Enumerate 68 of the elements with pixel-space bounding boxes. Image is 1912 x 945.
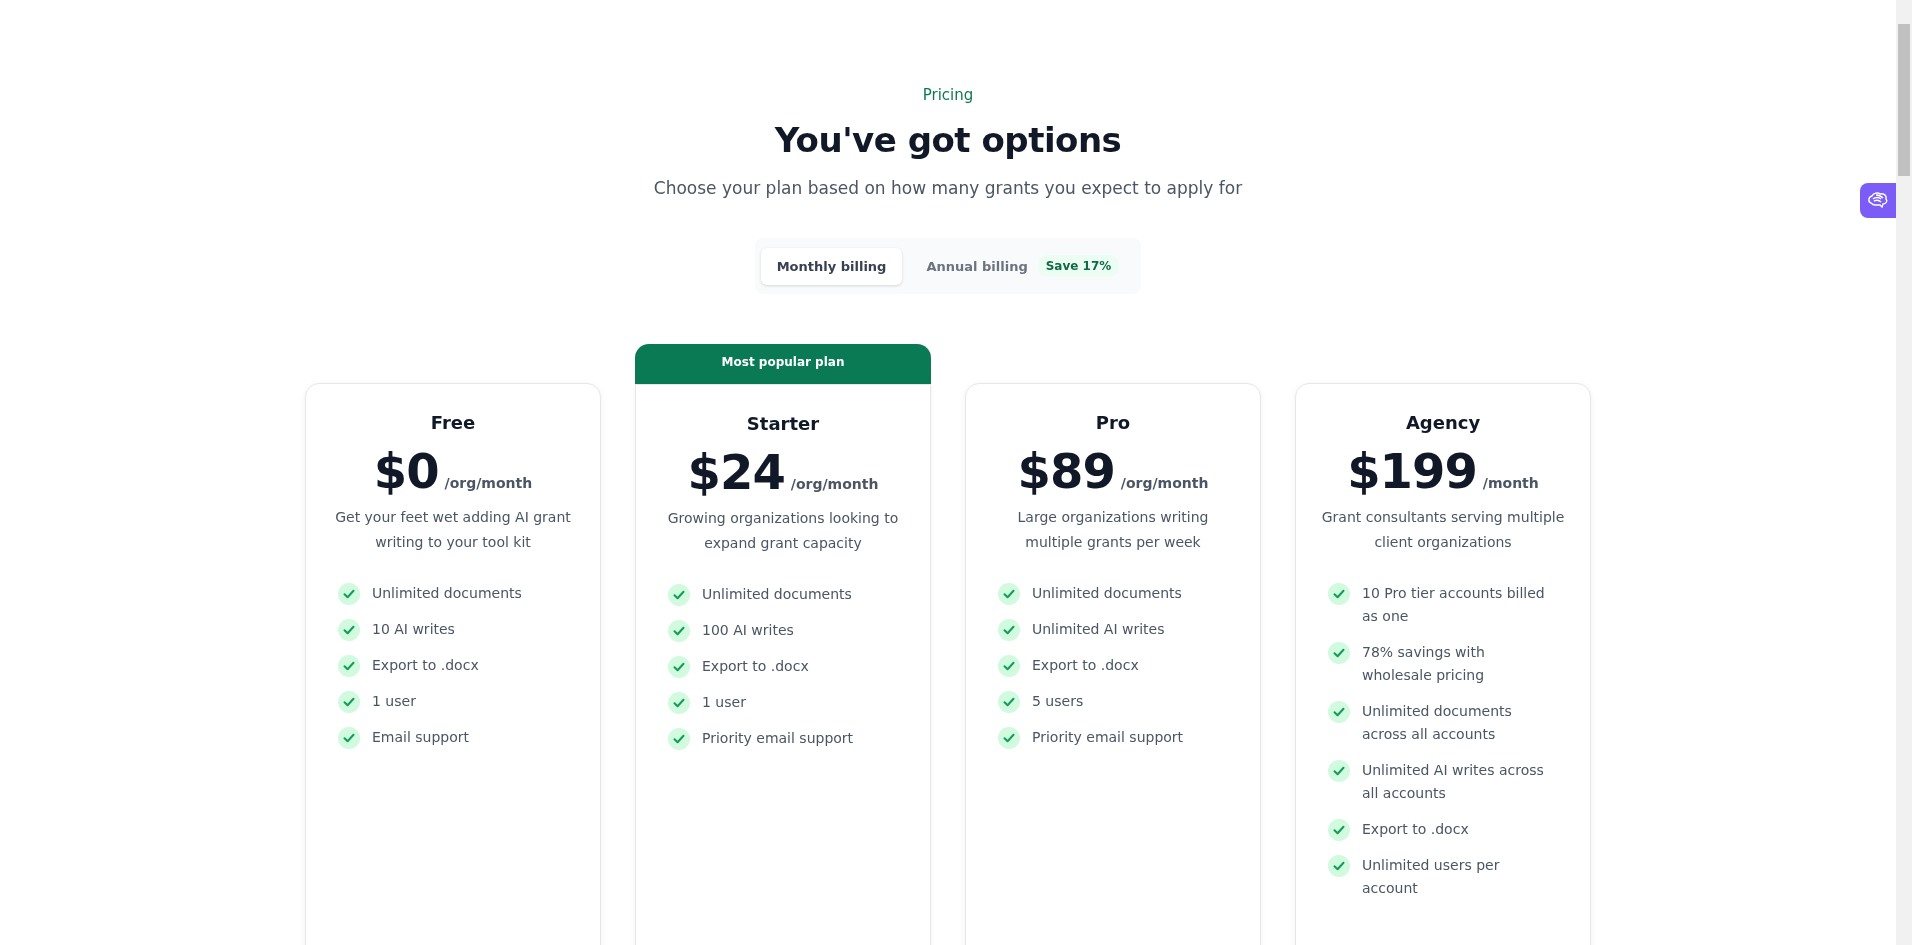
plan-description: Growing organizations looking to expand grant capacity bbox=[666, 509, 900, 553]
plan-description: Get your feet wet adding AI grant writing to your tool kit bbox=[334, 508, 572, 552]
assistant-button[interactable] bbox=[1860, 183, 1896, 218]
check-icon bbox=[338, 655, 360, 677]
price-period: /org/month bbox=[790, 476, 879, 492]
feature-text: Export to .docx bbox=[1362, 820, 1469, 839]
feature-text: Unlimited documents bbox=[372, 584, 522, 603]
plan-price: $0 bbox=[373, 443, 439, 499]
check-icon bbox=[338, 583, 360, 605]
billing-tab[interactable]: Annual billing Save 17% bbox=[910, 244, 1136, 288]
feature-text: Priority email support bbox=[1032, 728, 1184, 747]
plan-description: Large organizations writing multiple grants per week bbox=[1016, 508, 1210, 552]
check-icon bbox=[998, 727, 1020, 749]
check-icon bbox=[338, 727, 360, 749]
check-icon bbox=[668, 584, 690, 606]
feature-text: Unlimited users per account bbox=[1362, 856, 1501, 898]
feature-text: 78% savings with wholesale pricing bbox=[1362, 643, 1486, 685]
feature-text: Unlimited AI writes across all accounts bbox=[1362, 761, 1545, 803]
check-icon bbox=[1328, 642, 1350, 664]
page-title: You've got options bbox=[774, 120, 1122, 160]
plan-price: $199 bbox=[1347, 443, 1477, 499]
plan-name: Free bbox=[430, 412, 476, 433]
check-icon bbox=[1328, 760, 1350, 782]
plan-price: $89 bbox=[1017, 443, 1115, 499]
check-icon bbox=[1328, 701, 1350, 723]
feature-text: 10 Pro tier accounts billed as one bbox=[1362, 584, 1546, 626]
check-icon bbox=[668, 692, 690, 714]
check-icon bbox=[1328, 855, 1350, 877]
feature-text: 1 user bbox=[372, 692, 416, 711]
check-icon bbox=[998, 691, 1020, 713]
check-icon bbox=[668, 656, 690, 678]
price-period: /month bbox=[1482, 475, 1539, 491]
feature-text: Priority email support bbox=[702, 729, 854, 748]
price-period: /org/month bbox=[1120, 475, 1209, 491]
feature-text: Export to .docx bbox=[372, 656, 479, 675]
check-icon bbox=[1328, 819, 1350, 841]
feature-text: 10 AI writes bbox=[372, 620, 455, 639]
page-subtitle: Choose your plan based on how many grants you expect to apply for bbox=[653, 178, 1243, 198]
feature-text: Export to .docx bbox=[1032, 656, 1139, 675]
check-icon bbox=[668, 728, 690, 750]
plan-description: Grant consultants serving multiple client organizations bbox=[1320, 508, 1566, 552]
check-icon bbox=[998, 655, 1020, 677]
plan-name: Pro bbox=[1095, 412, 1131, 433]
feature-text: 100 AI writes bbox=[702, 621, 794, 640]
section-label: Pricing bbox=[922, 86, 974, 104]
price-period: /org/month bbox=[444, 475, 533, 491]
billing-tab[interactable]: Monthly billing bbox=[760, 247, 903, 285]
plan-name: Agency bbox=[1405, 412, 1481, 433]
brain-icon bbox=[1867, 190, 1889, 211]
check-icon bbox=[338, 619, 360, 641]
plan-price: $24 bbox=[687, 444, 785, 500]
feature-text: Unlimited documents bbox=[702, 585, 852, 604]
plan-name: Starter bbox=[746, 413, 820, 434]
feature-text: 5 users bbox=[1032, 692, 1084, 711]
check-icon bbox=[998, 583, 1020, 605]
feature-text: Export to .docx bbox=[702, 657, 809, 676]
popular-banner: Most popular plan bbox=[635, 344, 931, 384]
check-icon bbox=[1328, 583, 1350, 605]
discount-badge: Save 17% bbox=[1037, 255, 1120, 277]
check-icon bbox=[998, 619, 1020, 641]
feature-text: 1 user bbox=[702, 693, 746, 712]
feature-text: Unlimited AI writes bbox=[1032, 620, 1165, 639]
check-icon bbox=[668, 620, 690, 642]
scrollbar-thumb[interactable] bbox=[1898, 24, 1910, 176]
feature-text: Unlimited documents across all accounts bbox=[1362, 702, 1513, 744]
feature-text: Email support bbox=[372, 728, 470, 747]
check-icon bbox=[338, 691, 360, 713]
feature-text: Unlimited documents bbox=[1032, 584, 1182, 603]
